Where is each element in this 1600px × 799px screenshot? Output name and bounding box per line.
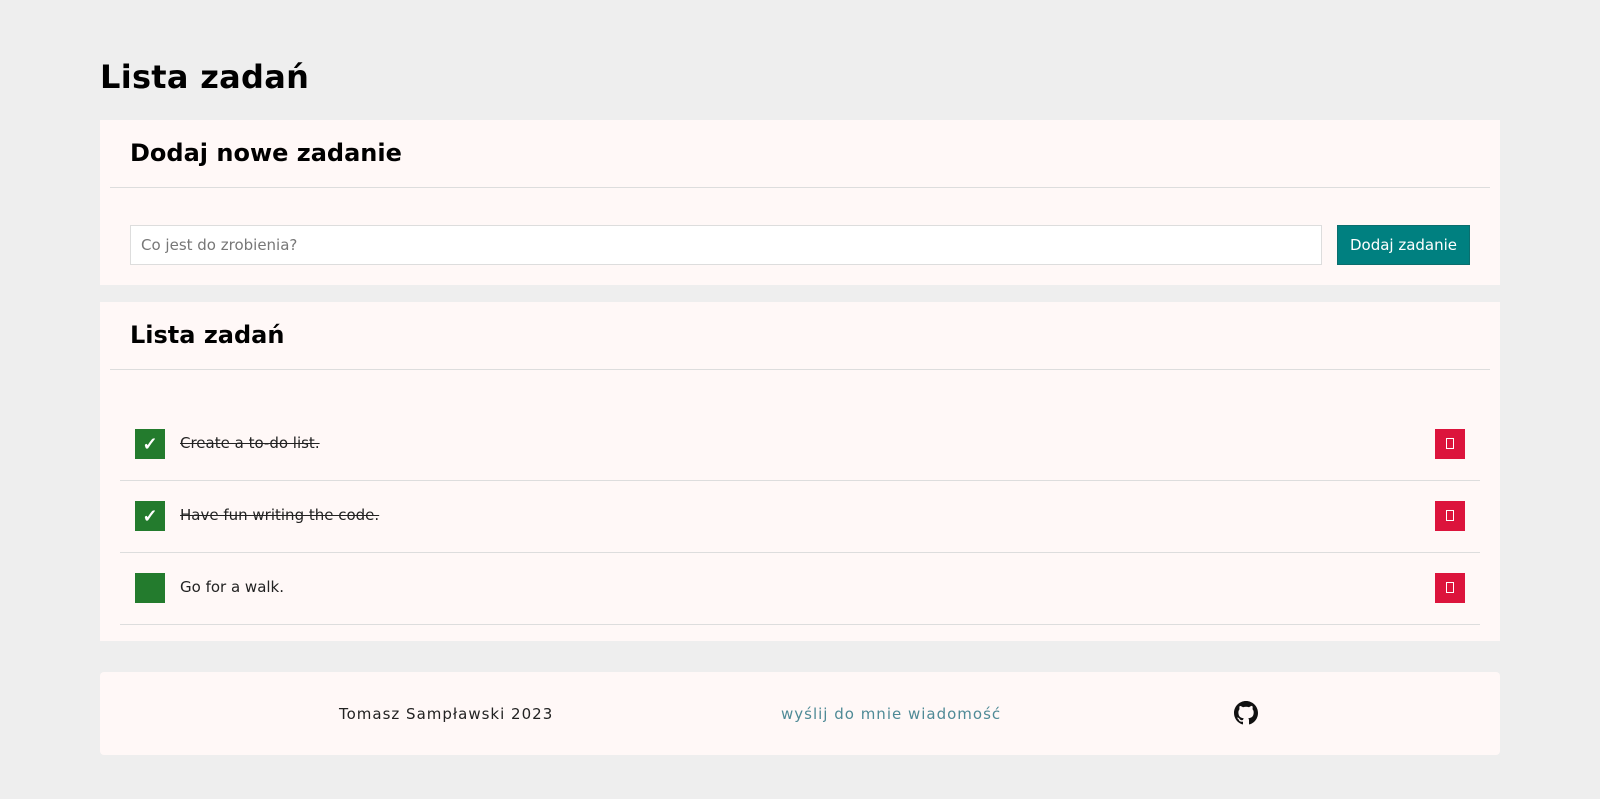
footer-author: Tomasz Sampławski 2023 [339, 705, 554, 723]
add-task-section-header: Dodaj nowe zadanie [110, 120, 1490, 188]
trash-icon [1446, 438, 1454, 449]
task-list-section-title: Lista zadań [130, 321, 285, 349]
github-icon [1234, 701, 1258, 725]
task-item: ✓ Have fun writing the code. [120, 481, 1480, 553]
new-task-input[interactable] [130, 225, 1322, 265]
task-text: Have fun writing the code. [180, 506, 380, 524]
contact-link[interactable]: wyślij do mnie wiadomość [781, 705, 1001, 723]
delete-task-button[interactable] [1435, 429, 1465, 459]
task-list-section: Lista zadań ✓ Create a to-do list. ✓ Hav… [100, 302, 1500, 641]
toggle-done-button[interactable] [135, 573, 165, 603]
task-list: ✓ Create a to-do list. ✓ Have fun writin… [120, 409, 1480, 625]
github-link[interactable] [1234, 701, 1258, 725]
add-task-button[interactable]: Dodaj zadanie [1337, 225, 1470, 265]
add-task-section: Dodaj nowe zadanie Dodaj zadanie [100, 120, 1500, 285]
add-task-section-title: Dodaj nowe zadanie [130, 139, 402, 167]
trash-icon [1446, 510, 1454, 521]
task-text: Create a to-do list. [180, 434, 320, 452]
delete-task-button[interactable] [1435, 573, 1465, 603]
page-title: Lista zadań [100, 58, 310, 96]
footer: Tomasz Sampławski 2023 wyślij do mnie wi… [100, 672, 1500, 755]
toggle-done-button[interactable]: ✓ [135, 429, 165, 459]
toggle-done-button[interactable]: ✓ [135, 501, 165, 531]
task-item: Go for a walk. [120, 553, 1480, 625]
task-item: ✓ Create a to-do list. [120, 409, 1480, 481]
delete-task-button[interactable] [1435, 501, 1465, 531]
task-list-section-header: Lista zadań [110, 302, 1490, 370]
trash-icon [1446, 582, 1454, 593]
task-text: Go for a walk. [180, 578, 285, 596]
